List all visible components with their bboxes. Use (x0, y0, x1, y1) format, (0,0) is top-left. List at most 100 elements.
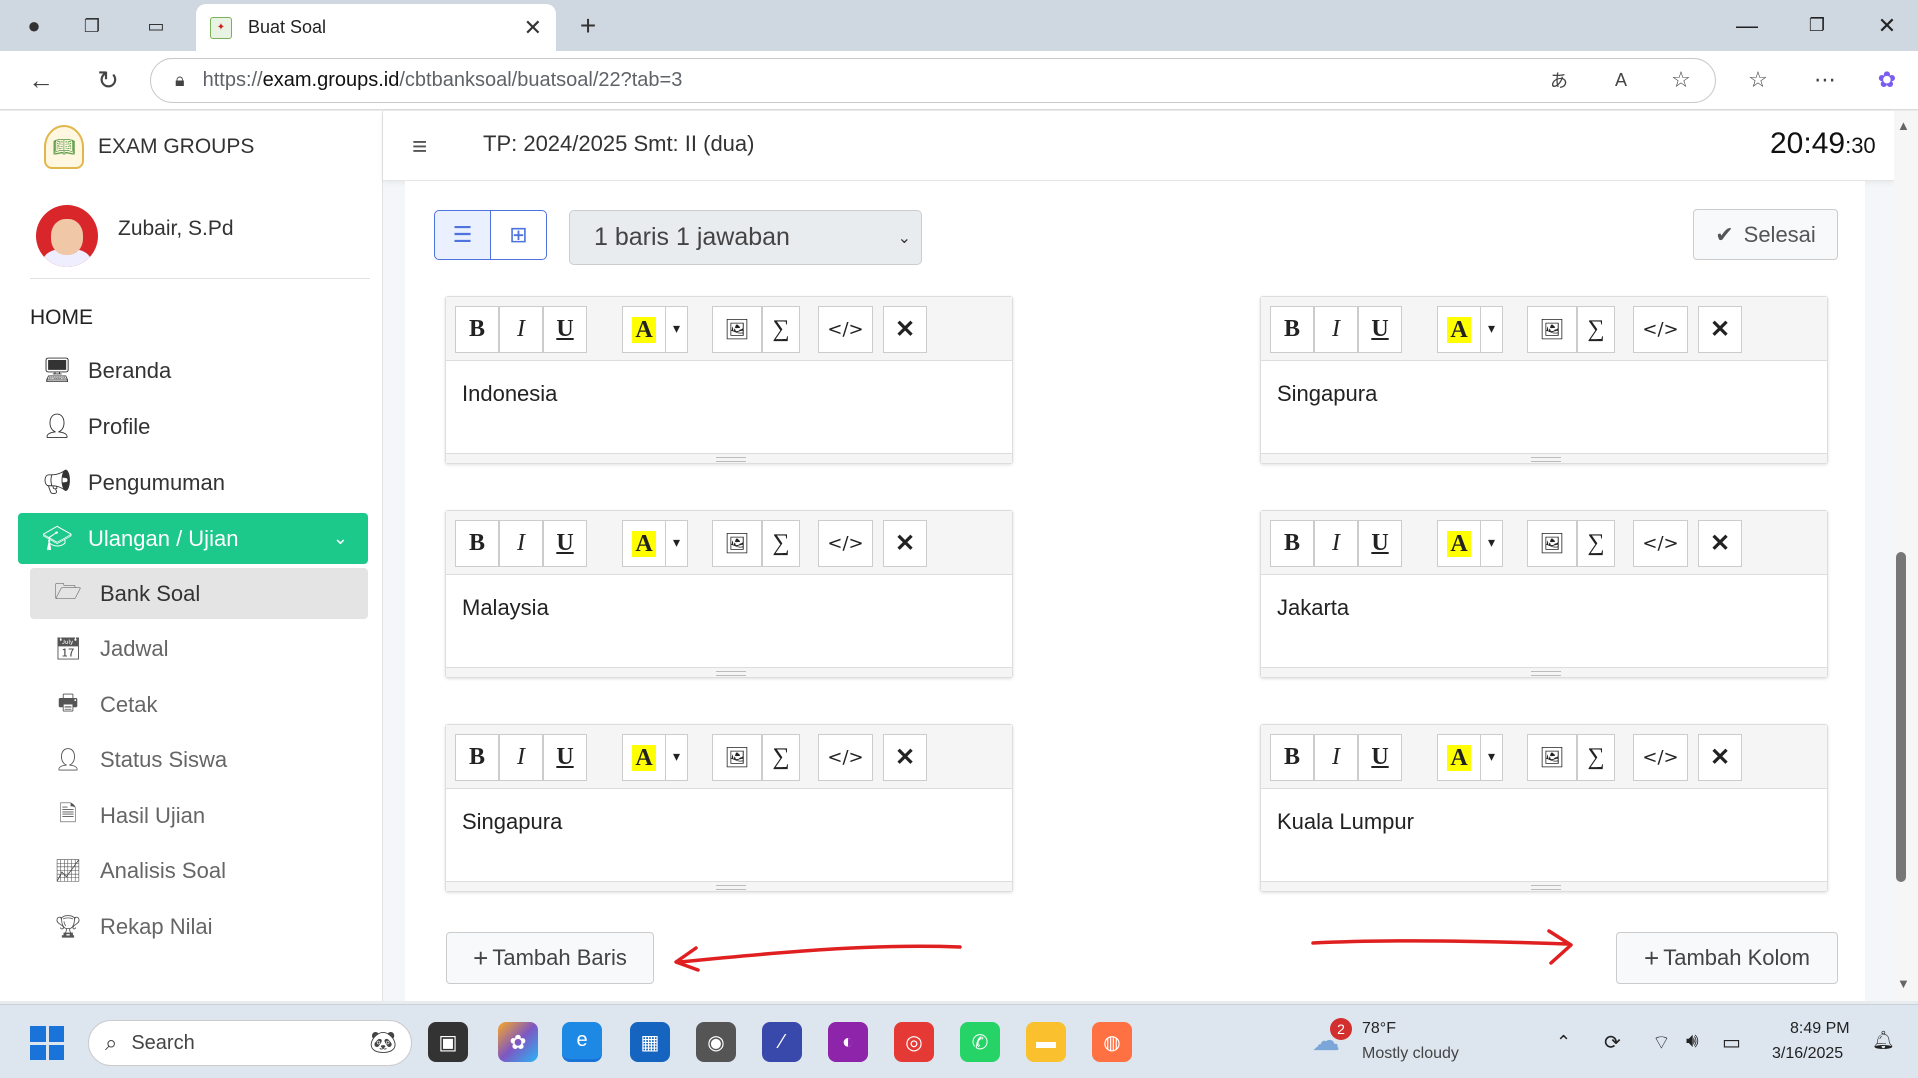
minimize-icon[interactable]: — (1712, 0, 1782, 51)
sidebar-subitem-bank-soal[interactable]: 🗁 Bank Soal (30, 568, 368, 619)
copilot-icon[interactable]: ✿ (1870, 63, 1904, 97)
url-bar[interactable]: 🔒︎ https://exam.groups.id/cbtbanksoal/bu… (150, 58, 1716, 103)
sidebar-subitem-analisis-soal[interactable]: 📈︎ Analisis Soal (30, 845, 368, 896)
remove-format-button[interactable]: ✕ (883, 306, 927, 353)
editor-content[interactable]: Indonesia (462, 381, 557, 407)
task-view-icon[interactable]: ▣ (428, 1022, 468, 1062)
underline-button[interactable]: U (543, 306, 587, 353)
editor-app-icon[interactable]: ⁄ (762, 1022, 802, 1062)
favorite-star-icon[interactable]: ☆ (1664, 63, 1698, 97)
underline-button[interactable]: U (1358, 306, 1402, 353)
bold-button[interactable]: B (455, 734, 499, 781)
insert-image-button[interactable]: 🖼︎ (712, 306, 762, 353)
underline-button[interactable]: U (543, 734, 587, 781)
italic-button[interactable]: I (1314, 306, 1358, 353)
code-view-button[interactable]: </> (1633, 306, 1688, 353)
remove-format-button[interactable]: ✕ (883, 734, 927, 781)
highlight-color-button[interactable]: A (1437, 734, 1481, 781)
bold-button[interactable]: B (1270, 306, 1314, 353)
equation-button[interactable]: ∑ (762, 734, 800, 781)
layout-select[interactable]: 1 baris 1 jawaban ⌄ (569, 210, 922, 265)
highlight-color-button[interactable]: A (1437, 306, 1481, 353)
italic-button[interactable]: I (499, 520, 543, 567)
highlight-color-button[interactable]: A (622, 306, 666, 353)
scroll-up-icon[interactable]: ▲ (1897, 118, 1910, 133)
bold-button[interactable]: B (455, 306, 499, 353)
restore-icon[interactable]: ❐ (1782, 0, 1852, 51)
sidebar-item-ulangan-ujian[interactable]: 🎓︎ Ulangan / Ujian ⌄ (18, 513, 368, 564)
answer-editor-right[interactable]: B I U A ▾ 🖼︎ ∑ </> ✕ Jakarta (1260, 510, 1828, 678)
firefox-icon[interactable]: ◍ (1092, 1022, 1132, 1062)
code-view-button[interactable]: </> (818, 734, 873, 781)
answer-editor-right[interactable]: B I U A ▾ 🖼︎ ∑ </> ✕ Kuala Lumpur (1260, 724, 1828, 892)
close-tab-icon[interactable]: ✕ (524, 15, 542, 41)
wifi-icon[interactable]: ⌔ (1652, 1030, 1671, 1055)
favorites-icon[interactable]: ☆ (1741, 63, 1775, 97)
volume-icon[interactable]: 🔊︎ (1686, 1030, 1699, 1053)
editor-content[interactable]: Jakarta (1277, 595, 1349, 621)
sync-icon[interactable]: ⟳ (1604, 1030, 1621, 1055)
taskbar-search[interactable]: ⌕ Search 🐼︎ (88, 1020, 412, 1066)
editor-resize-handle[interactable] (1261, 881, 1827, 891)
editor-content[interactable]: Singapura (462, 809, 562, 835)
sidebar-subitem-cetak[interactable]: 🖶 Cetak (30, 679, 368, 730)
equation-button[interactable]: ∑ (1577, 306, 1615, 353)
more-icon[interactable]: ⋯ (1808, 63, 1842, 97)
profile-icon[interactable]: ● (16, 8, 52, 44)
scrollbar-thumb[interactable] (1896, 552, 1906, 882)
insert-image-button[interactable]: 🖼︎ (1527, 520, 1577, 567)
browser-tab[interactable]: ✦ Buat Soal ✕ (196, 4, 556, 51)
code-view-button[interactable]: </> (818, 520, 873, 567)
highlight-dropdown-button[interactable]: ▾ (1481, 520, 1503, 567)
code-view-button[interactable]: </> (1633, 734, 1688, 781)
scroll-down-icon[interactable]: ▼ (1897, 976, 1910, 991)
highlight-color-button[interactable]: A (1437, 520, 1481, 567)
editor-resize-handle[interactable] (1261, 453, 1827, 463)
highlight-dropdown-button[interactable]: ▾ (1481, 734, 1503, 781)
insert-image-button[interactable]: 🖼︎ (1527, 306, 1577, 353)
sidebar-subitem-status-siswa[interactable]: 👤︎ Status Siswa (30, 734, 368, 785)
editor-content[interactable]: Kuala Lumpur (1277, 809, 1414, 835)
highlight-dropdown-button[interactable]: ▾ (666, 520, 688, 567)
bold-button[interactable]: B (1270, 520, 1314, 567)
insert-image-button[interactable]: 🖼︎ (1527, 734, 1577, 781)
insert-image-button[interactable]: 🖼︎ (712, 520, 762, 567)
bold-button[interactable]: B (1270, 734, 1314, 781)
remove-format-button[interactable]: ✕ (1698, 734, 1742, 781)
read-aloud-icon[interactable]: A (1604, 63, 1638, 97)
new-tab-icon[interactable]: + (570, 8, 606, 44)
italic-button[interactable]: I (499, 306, 543, 353)
equation-button[interactable]: ∑ (762, 520, 800, 567)
underline-button[interactable]: U (543, 520, 587, 567)
taskbar-time[interactable]: 8:49 PM (1790, 1020, 1850, 1038)
answer-editor-left[interactable]: B I U A ▾ 🖼︎ ∑ </> ✕ Singapura (445, 724, 1013, 892)
remove-format-button[interactable]: ✕ (1698, 520, 1742, 567)
editor-content[interactable]: Singapura (1277, 381, 1377, 407)
copilot-app-icon[interactable]: ✿ (498, 1022, 538, 1062)
table-view-button[interactable]: ⊞ (490, 210, 547, 260)
store-icon[interactable]: ▦ (630, 1022, 670, 1062)
camera-icon[interactable]: ◉ (696, 1022, 736, 1062)
editor-content[interactable]: Malaysia (462, 595, 549, 621)
code-view-button[interactable]: </> (1633, 520, 1688, 567)
sidebar-item-pengumuman[interactable]: 📢︎ Pengumuman (18, 457, 368, 508)
equation-button[interactable]: ∑ (1577, 734, 1615, 781)
notification-icon[interactable]: 🔔︎ (1872, 1030, 1895, 1051)
workspaces-icon[interactable]: ❐ (74, 8, 110, 44)
sidebar-subitem-jadwal[interactable]: 📅︎ Jadwal (30, 623, 368, 674)
editor-resize-handle[interactable] (446, 453, 1012, 463)
file-explorer-icon[interactable]: ▬ (1026, 1022, 1066, 1062)
sidebar-item-profile[interactable]: 👤︎ Profile (18, 401, 368, 452)
sidebar-subitem-hasil-ujian[interactable]: 🗎 Hasil Ujian (30, 790, 368, 841)
taskbar-date[interactable]: 3/16/2025 (1772, 1045, 1843, 1063)
italic-button[interactable]: I (1314, 734, 1358, 781)
insert-image-button[interactable]: 🖼︎ (712, 734, 762, 781)
highlight-color-button[interactable]: A (622, 734, 666, 781)
mask-app-icon[interactable]: ◐ (828, 1022, 868, 1062)
bold-button[interactable]: B (455, 520, 499, 567)
editor-resize-handle[interactable] (446, 667, 1012, 677)
italic-button[interactable]: I (499, 734, 543, 781)
highlight-dropdown-button[interactable]: ▾ (666, 734, 688, 781)
add-row-button[interactable]: + Tambah Baris (446, 932, 654, 984)
refresh-icon[interactable]: ↻ (91, 63, 125, 97)
